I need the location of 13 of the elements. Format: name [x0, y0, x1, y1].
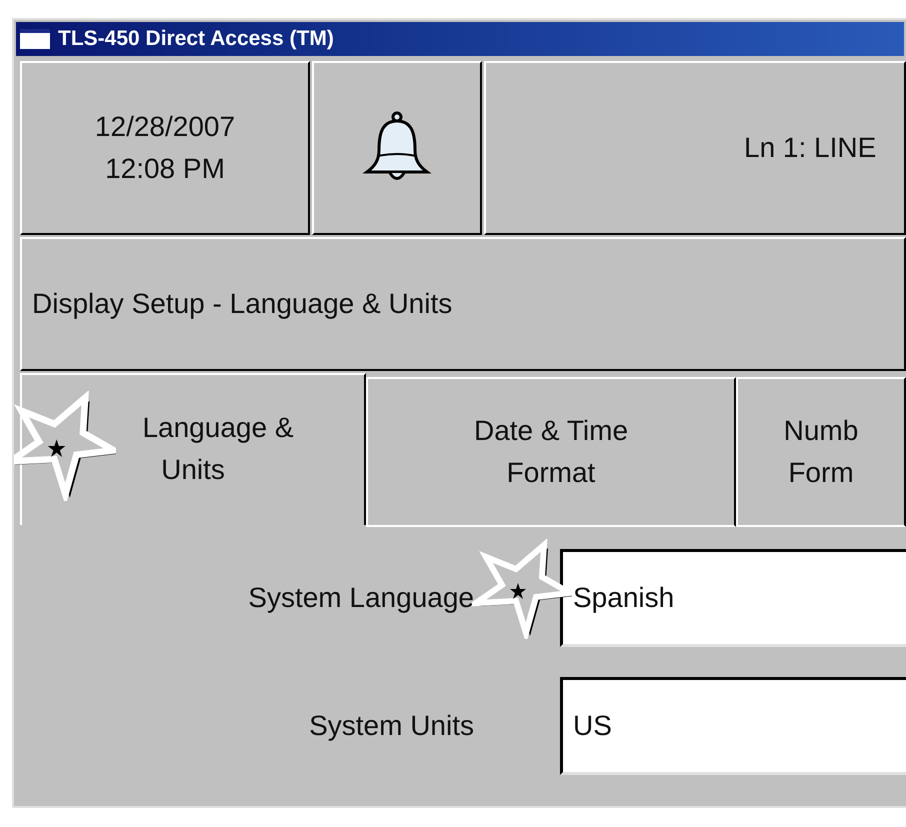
status-text: Ln 1: LINE — [744, 131, 876, 165]
field-label: System Language — [247, 581, 474, 615]
alarm-button[interactable] — [312, 61, 482, 235]
field-label: System Units — [308, 709, 474, 743]
time-text: 12:08 PM — [105, 152, 225, 186]
page-title: Display Setup - Language & Units — [32, 287, 452, 321]
input-field[interactable]: Spanish — [560, 549, 906, 647]
tab[interactable]: Date & Time Format — [366, 377, 736, 527]
tab[interactable]: Numb Form — [736, 377, 906, 527]
input-field[interactable]: US — [560, 677, 906, 775]
date-text: 12/28/2007 — [94, 110, 236, 144]
window-icon — [20, 29, 50, 49]
window-title: TLS-450 Direct Access (TM) — [58, 26, 334, 52]
